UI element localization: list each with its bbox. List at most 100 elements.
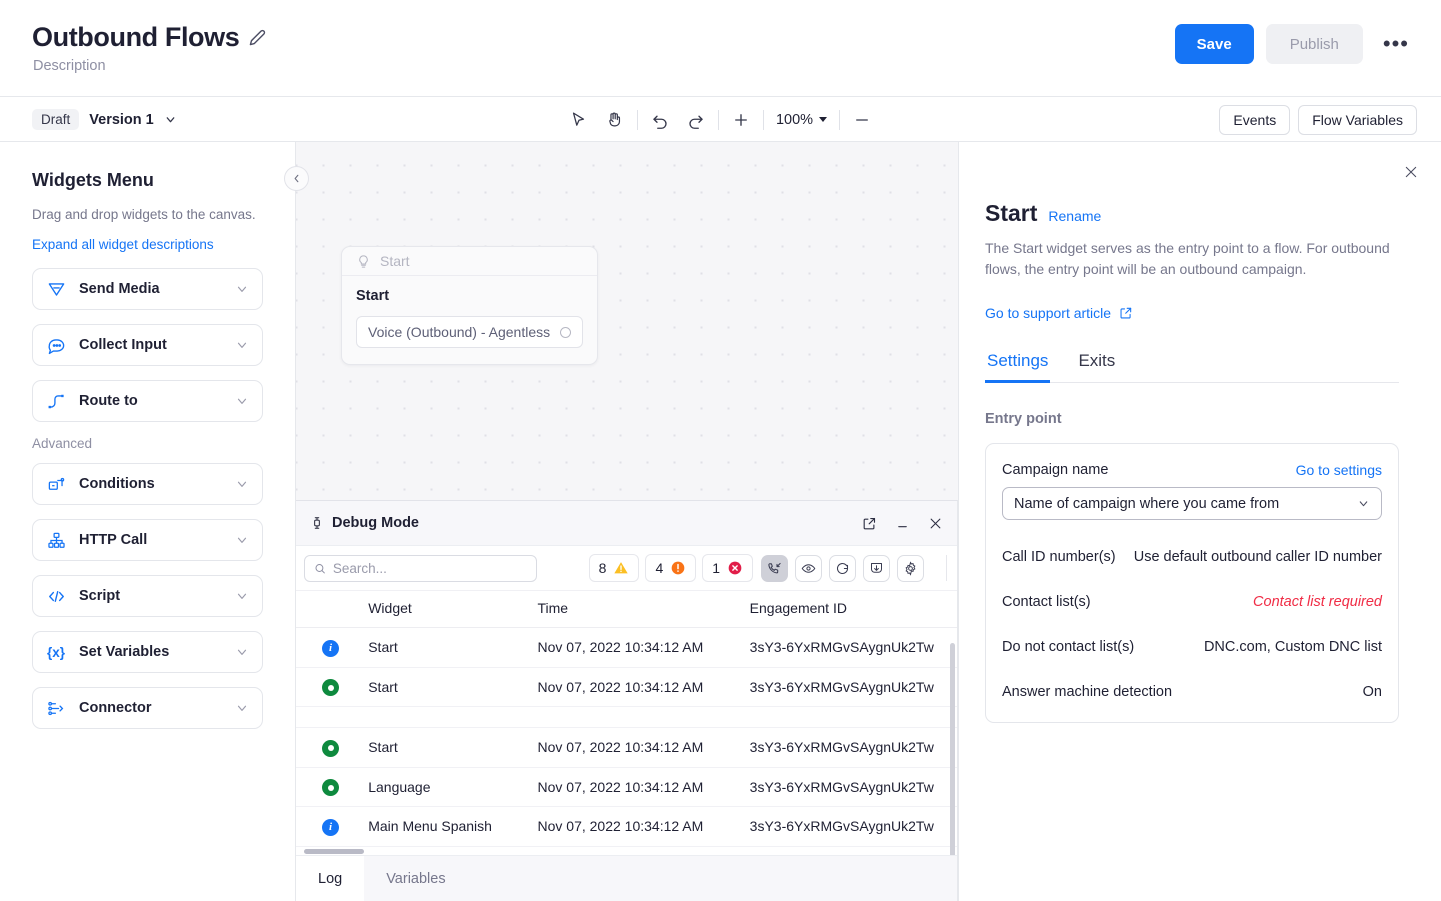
go-to-settings-link[interactable]: Go to settings <box>1296 462 1382 478</box>
hand-icon[interactable] <box>597 104 633 136</box>
chevron-down-icon[interactable] <box>235 701 249 715</box>
widgets-sidebar: Widgets Menu Drag and drop widgets to th… <box>0 142 296 901</box>
gear-icon[interactable] <box>897 554 925 582</box>
table-row[interactable]: i Start Nov 07, 2022 10:34:12 AM 3sY3-6Y… <box>296 627 957 668</box>
plus-icon[interactable] <box>723 104 759 136</box>
zoom-level-label: 100% <box>775 111 814 128</box>
contact-lists-row[interactable]: Contact list(s) Contact list required <box>1002 594 1382 610</box>
save-button[interactable]: Save <box>1174 24 1254 64</box>
expand-descriptions-link[interactable]: Expand all widget descriptions <box>32 237 214 252</box>
sidebar-item-conditions[interactable]: Conditions <box>32 463 263 505</box>
row-widget-cell: Start <box>368 667 538 707</box>
sidebar-item-label: Set Variables <box>79 644 170 660</box>
error-count-value: 4 <box>655 560 664 576</box>
chevron-down-icon[interactable] <box>235 589 249 603</box>
debug-log-table-wrapper[interactable]: Widget Time Engagement ID Caller i Start… <box>296 591 957 855</box>
sidebar-item-label: Route to <box>79 393 138 409</box>
page-title-row: Outbound Flows <box>32 22 266 53</box>
chevron-down-icon[interactable] <box>235 645 249 659</box>
pencil-icon[interactable] <box>249 29 266 46</box>
answer-machine-detection-row[interactable]: Answer machine detection On <box>1002 684 1382 700</box>
table-row[interactable]: Language Nov 07, 2022 10:34:12 AM 3sY3-6… <box>296 767 957 807</box>
panel-title: Start <box>985 200 1038 226</box>
rename-link[interactable]: Rename <box>1048 208 1101 224</box>
search-input[interactable] <box>332 560 527 576</box>
campaign-name-select[interactable]: Name of campaign where you came from <box>1002 487 1382 521</box>
warning-triangle-icon <box>614 562 629 574</box>
eye-icon[interactable] <box>795 554 823 582</box>
critical-x-circle-icon <box>728 561 742 575</box>
chevron-down-icon[interactable] <box>235 282 249 296</box>
table-row[interactable]: i Main Menu Spanish Nov 07, 2022 10:34:1… <box>296 806 957 847</box>
support-article-label: Go to support article <box>985 305 1112 322</box>
sidebar-item-connector[interactable]: Connector <box>32 687 263 729</box>
version-chevron-down-icon[interactable] <box>164 113 177 126</box>
panel-close-icon[interactable] <box>1403 164 1419 183</box>
call-id-numbers-row[interactable]: Call ID number(s) Use default outbound c… <box>1002 549 1382 565</box>
support-article-link[interactable]: Go to support article <box>985 305 1133 321</box>
table-row[interactable]: Start Nov 07, 2022 10:34:12 AM 3sY3-6YxR… <box>296 667 957 707</box>
debug-search[interactable] <box>304 554 537 582</box>
sidebar-item-route-to[interactable]: Route to <box>32 380 263 422</box>
header-actions: Save Publish ••• <box>1174 24 1417 64</box>
chevron-down-icon[interactable] <box>235 338 249 352</box>
tab-exits[interactable]: Exits <box>1076 351 1117 382</box>
redo-icon[interactable] <box>678 104 714 136</box>
minimize-icon[interactable] <box>895 516 910 531</box>
info-icon: i <box>322 639 339 657</box>
column-header-widget: Widget <box>368 591 538 628</box>
debug-horizontal-scrollbar[interactable] <box>296 848 957 855</box>
debug-tabs: Log Variables <box>296 855 957 901</box>
tab-settings[interactable]: Settings <box>985 351 1051 384</box>
campaign-name-value: Name of campaign where you came from <box>1014 495 1280 512</box>
chevron-down-icon[interactable] <box>235 477 249 491</box>
cursor-icon[interactable] <box>561 104 597 136</box>
sidebar-item-collect-input[interactable]: Collect Input <box>32 324 263 366</box>
chevron-down-icon[interactable] <box>235 533 249 547</box>
sidebar-item-script[interactable]: Script <box>32 575 263 617</box>
warning-count-value: 8 <box>598 560 607 576</box>
flow-variables-button[interactable]: Flow Variables <box>1298 104 1417 135</box>
chevron-down-icon[interactable] <box>235 394 249 408</box>
start-node-title: Start <box>356 288 390 304</box>
debug-panel-title: Debug Mode <box>332 515 419 531</box>
debug-panel: Debug Mode 8 <box>296 500 958 901</box>
start-node[interactable]: Start Start Voice (Outbound) - Agentless <box>341 246 598 365</box>
tab-variables[interactable]: Variables <box>364 856 467 901</box>
tab-log[interactable]: Log <box>296 856 365 901</box>
sidebar-item-send-media[interactable]: Send Media <box>32 268 263 310</box>
start-node-body: Start Voice (Outbound) - Agentless <box>342 276 597 364</box>
publish-button[interactable]: Publish <box>1265 24 1363 64</box>
do-not-contact-lists-row[interactable]: Do not contact list(s) DNC.com, Custom D… <box>1002 639 1382 655</box>
zoom-level-dropdown[interactable]: 100% <box>768 112 835 128</box>
events-button[interactable]: Events <box>1219 104 1291 135</box>
download-icon[interactable] <box>863 554 891 582</box>
start-node-port-label: Voice (Outbound) - Agentless <box>368 324 551 340</box>
critical-count-chip[interactable]: 1 <box>702 554 754 582</box>
row-severity-cell: i <box>296 806 369 847</box>
sidebar-collapse-button[interactable] <box>284 166 309 191</box>
error-count-chip[interactable]: 4 <box>645 554 697 582</box>
warning-count-chip[interactable]: 8 <box>588 554 640 582</box>
minus-icon[interactable] <box>844 104 880 136</box>
start-node-port[interactable]: Voice (Outbound) - Agentless <box>356 316 583 348</box>
status-badge: Draft <box>32 109 80 130</box>
bug-icon <box>314 517 320 529</box>
sidebar-item-http-call[interactable]: HTTP Call <box>32 519 263 561</box>
start-node-header: Start <box>342 247 597 276</box>
refresh-icon[interactable] <box>829 554 857 582</box>
row-engagement-cell: 3sY3-6YxRMGvSAygnUk2Tw <box>749 806 957 847</box>
flow-builder-app: Outbound Flows Description Save Publish … <box>0 0 1441 901</box>
row-engagement-cell: 3sY3-6YxRMGvSAygnUk2Tw <box>749 627 957 668</box>
sidebar-item-set-variables[interactable]: {x} Set Variables <box>32 631 263 673</box>
port-connector-dot[interactable] <box>560 326 571 338</box>
success-icon <box>322 679 339 696</box>
incoming-call-icon[interactable] <box>761 554 789 582</box>
external-link-icon[interactable] <box>862 516 877 531</box>
more-options-icon[interactable]: ••• <box>1375 29 1417 59</box>
table-row[interactable]: Start Nov 07, 2022 10:34:12 AM 3sY3-6YxR… <box>296 727 957 768</box>
undo-icon[interactable] <box>642 104 678 136</box>
chat-bubble-icon <box>46 335 66 355</box>
close-icon[interactable] <box>928 516 943 531</box>
debug-vertical-scrollbar[interactable] <box>950 643 955 855</box>
